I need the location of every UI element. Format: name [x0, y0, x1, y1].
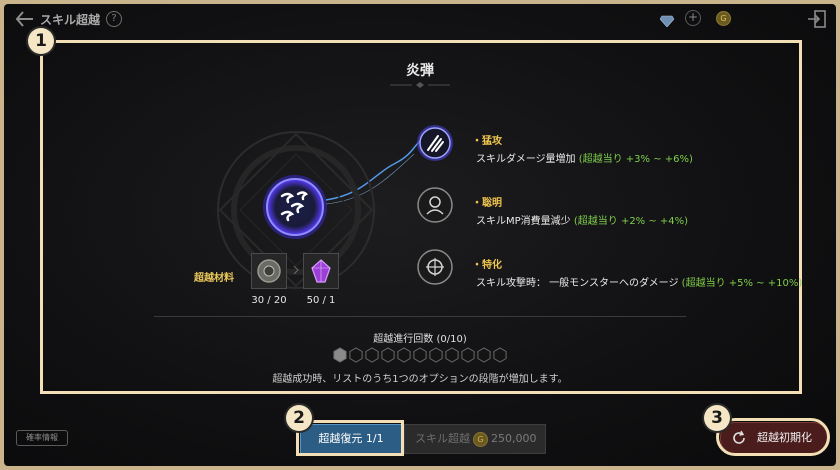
skill-transcend-window: スキル超越 ? + G 1 炎弾 超越材料 30 / 20 50 / 1 ・猛攻… — [4, 4, 836, 466]
progress-hexagon — [381, 347, 395, 363]
option-name-fierce: ・猛攻 — [472, 136, 502, 147]
reset-highlight — [716, 418, 830, 456]
restore-highlight — [296, 420, 404, 456]
progress-hexagon — [493, 347, 507, 363]
progress-label: 超越進行回数 (0/10) — [373, 334, 467, 345]
progress-hexagon — [397, 347, 411, 363]
option-bonus-text: (超越当り +5% ~ +10%) — [681, 278, 803, 289]
material-slot-2[interactable] — [303, 253, 339, 289]
connection-lines — [325, 139, 423, 205]
skill-transcend-button[interactable]: スキル超越 G 250,000 — [404, 424, 546, 454]
progress-hexagon — [365, 347, 379, 363]
progress-hexagon — [333, 347, 347, 363]
progress-info: 超越成功時、リストのうち1つのオプションの段階が増加します。 — [272, 374, 568, 385]
option-bonus-text: (超越当り +3% ~ +6%) — [578, 154, 693, 165]
claw-slash-icon — [417, 125, 453, 161]
divider — [154, 316, 686, 317]
progress-hexagon — [413, 347, 427, 363]
material-separator-icon — [293, 266, 299, 274]
material-slot-1[interactable] — [251, 253, 287, 289]
option-desc-text: スキルMP消費量減少 — [476, 216, 571, 227]
option-desc-text: スキル攻撃時： 一般モンスターへのダメージ — [476, 278, 679, 289]
gold-coin-icon: G — [473, 432, 488, 447]
flame-bullet-skill-icon — [263, 175, 327, 239]
progress-hexagon — [349, 347, 363, 363]
option-desc-text: スキルダメージ量増加 — [476, 154, 576, 165]
probability-info-button[interactable]: 確率情報 — [16, 430, 68, 446]
annotation-badge-3: 3 — [704, 405, 730, 431]
materials-label: 超越材料 — [194, 273, 234, 284]
transcend-cost: 250,000 — [491, 432, 537, 445]
option-desc-fierce: スキルダメージ量増加 (超越当り +3% ~ +6%) — [476, 150, 693, 165]
progress-hexagons — [333, 347, 507, 363]
material-count-2: 50 / 1 — [306, 295, 336, 306]
specialize-icon — [417, 249, 453, 285]
annotation-badge-2: 2 — [286, 405, 312, 431]
option-bonus-text: (超越当り +2% ~ +4%) — [573, 216, 689, 227]
option-name-wise: ・聡明 — [472, 198, 502, 209]
option-desc-wise: スキルMP消費量減少 (超越当り +2% ~ +4%) — [476, 212, 688, 227]
purple-crystal-icon — [311, 259, 331, 283]
transcend-label: スキル超越 — [415, 432, 470, 445]
progress-hexagon — [477, 347, 491, 363]
progress-hexagon — [445, 347, 459, 363]
gear-stone-icon — [257, 259, 281, 283]
wisdom-head-icon — [417, 187, 453, 223]
progress-hexagon — [429, 347, 443, 363]
material-count-1: 30 / 20 — [251, 295, 287, 306]
option-name-specialize: ・特化 — [472, 260, 502, 271]
option-desc-specialize: スキル攻撃時： 一般モンスターへのダメージ (超越当り +5% ~ +10%) — [476, 274, 802, 289]
progress-hexagon — [461, 347, 475, 363]
